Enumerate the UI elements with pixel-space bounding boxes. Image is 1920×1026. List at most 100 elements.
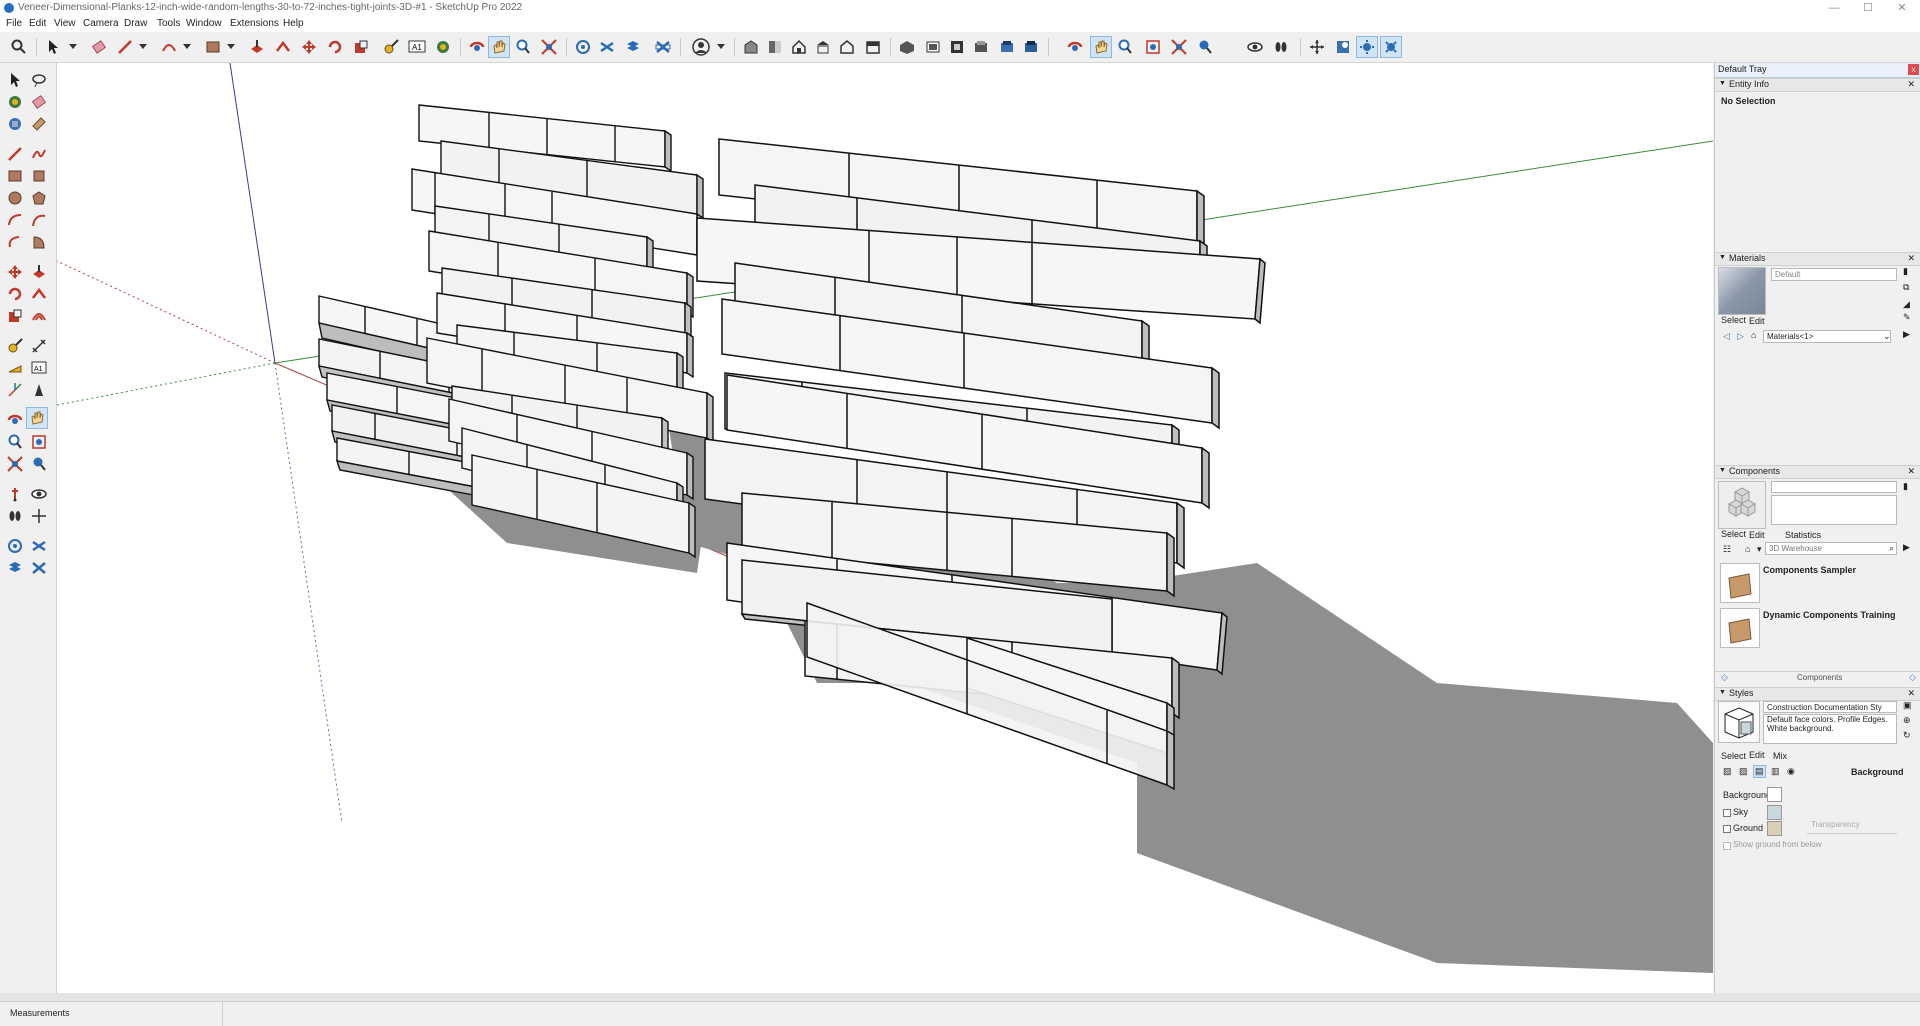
edge-settings-icon[interactable]: ▧: [1723, 766, 1732, 777]
watermark-settings-icon[interactable]: ▥: [1771, 766, 1780, 777]
chevron-down-icon[interactable]: [710, 36, 732, 58]
circle-tool-icon[interactable]: [4, 187, 26, 209]
style-name-field[interactable]: Construction Documentation Sty: [1763, 701, 1897, 713]
create-material-icon[interactable]: ⧉: [1903, 282, 1909, 293]
tag-icon[interactable]: [28, 113, 50, 135]
components-tab-statistics[interactable]: Statistics: [1785, 530, 1821, 540]
zoom-extents-icon[interactable]: [538, 36, 560, 58]
material-name-field[interactable]: Default: [1771, 268, 1897, 281]
zoom-icon[interactable]: [512, 36, 534, 58]
section-cut-icon[interactable]: [596, 36, 618, 58]
section-display-icon[interactable]: [652, 36, 674, 58]
home-icon[interactable]: ⌂: [1751, 330, 1756, 340]
zoom-icon[interactable]: [4, 431, 26, 453]
previous-view-icon[interactable]: [28, 453, 50, 475]
look-around-icon[interactable]: [1244, 36, 1266, 58]
dimension-tool-icon[interactable]: [28, 335, 50, 357]
zoom-window-icon[interactable]: [1142, 36, 1164, 58]
rectangle-tool-icon[interactable]: [4, 165, 26, 187]
materials-header[interactable]: ▼ Materials ✕: [1715, 252, 1920, 266]
details-arrow-icon[interactable]: ▶: [1903, 542, 1910, 553]
fog-icon[interactable]: [1380, 36, 1402, 58]
chevron-down-icon[interactable]: [176, 36, 198, 58]
search-icon[interactable]: [8, 36, 30, 58]
pan-hand-icon[interactable]: [26, 407, 48, 429]
ground-checkbox[interactable]: [1723, 825, 1731, 833]
follow-me-icon[interactable]: [272, 36, 294, 58]
three-point-arc-icon[interactable]: [4, 231, 26, 253]
pan-hand-icon[interactable]: [488, 36, 510, 58]
arc-tool-icon[interactable]: [4, 209, 26, 231]
section-fill-icon[interactable]: [4, 557, 26, 579]
menu-camera[interactable]: Camera: [83, 18, 119, 29]
xray-style-icon[interactable]: [896, 36, 918, 58]
create-style-icon[interactable]: ⊕: [1903, 715, 1911, 726]
expand-icon[interactable]: ◇: [1909, 672, 1916, 683]
search-icon[interactable]: ⌕: [1889, 543, 1894, 554]
menu-file[interactable]: File: [6, 18, 22, 29]
materials-tab-select[interactable]: Select: [1721, 315, 1746, 325]
minimize-button[interactable]: —: [1818, 0, 1850, 16]
details-arrow-icon[interactable]: ▶: [1903, 329, 1910, 340]
textured-style-icon[interactable]: [1020, 36, 1042, 58]
eyedropper-icon[interactable]: ✎: [1903, 312, 1911, 323]
select-tool-icon[interactable]: [42, 36, 64, 58]
component-item-name[interactable]: Dynamic Components Training: [1763, 610, 1896, 620]
shaded-style-icon[interactable]: [996, 36, 1018, 58]
paint-bucket-icon[interactable]: [432, 36, 454, 58]
menu-window[interactable]: Window: [186, 18, 222, 29]
menu-extensions[interactable]: Extensions: [230, 18, 279, 29]
refresh-icon[interactable]: ↻: [1903, 730, 1911, 741]
background-color-swatch[interactable]: [1767, 787, 1782, 802]
transparency-slider[interactable]: [1807, 833, 1897, 834]
protractor-icon[interactable]: [4, 357, 26, 379]
orbit-icon[interactable]: [4, 409, 26, 431]
collapse-icon[interactable]: ◇: [1721, 672, 1728, 683]
chevron-down-icon[interactable]: [220, 36, 242, 58]
top-view-icon[interactable]: [812, 36, 834, 58]
styles-tab-select[interactable]: Select: [1721, 751, 1746, 761]
home-icon[interactable]: ⌂: [1745, 544, 1750, 554]
tray-close-button[interactable]: x: [1908, 64, 1919, 75]
move-tool-icon[interactable]: [298, 36, 320, 58]
axes-tool-icon[interactable]: [4, 379, 26, 401]
move-tool-icon[interactable]: [4, 261, 26, 283]
push-pull-icon[interactable]: [28, 261, 50, 283]
sky-color-swatch[interactable]: [1767, 805, 1782, 820]
eraser-icon[interactable]: [28, 91, 50, 113]
orbit-icon[interactable]: [466, 36, 488, 58]
style-description-field[interactable]: Default face colors. Profile Edges. Whit…: [1763, 714, 1897, 744]
paint-bucket-icon[interactable]: [4, 91, 26, 113]
entity-info-header[interactable]: ▼ Entity Info ✕: [1715, 78, 1920, 92]
face-settings-icon[interactable]: ▨: [1739, 766, 1748, 777]
sky-checkbox[interactable]: [1723, 809, 1731, 817]
pan-hand-icon[interactable]: [1090, 36, 1112, 58]
chevron-down-icon[interactable]: [62, 36, 84, 58]
show-ground-below-checkbox[interactable]: [1723, 842, 1731, 850]
close-icon[interactable]: ✕: [1907, 688, 1915, 699]
offset-tool-icon[interactable]: [28, 305, 50, 327]
component-item-name[interactable]: Components Sampler: [1763, 565, 1856, 575]
position-camera-icon[interactable]: [1306, 36, 1328, 58]
maximize-button[interactable]: ☐: [1852, 0, 1884, 16]
pie-tool-icon[interactable]: [28, 231, 50, 253]
rotate-tool-icon[interactable]: [4, 283, 26, 305]
warehouse-search-input[interactable]: [1765, 542, 1897, 555]
component-item-thumbnail[interactable]: [1720, 608, 1760, 648]
chevron-down-icon[interactable]: [132, 36, 154, 58]
two-point-arc-icon[interactable]: [28, 209, 50, 231]
3d-model-scene[interactable]: [57, 63, 1713, 993]
eraser-icon[interactable]: [88, 36, 110, 58]
section-fill-icon[interactable]: [622, 36, 644, 58]
update-style-icon[interactable]: ▣: [1903, 700, 1912, 711]
iso-view-icon[interactable]: [788, 36, 810, 58]
component-icon[interactable]: [4, 113, 26, 135]
text-tool-icon[interactable]: A1: [406, 36, 428, 58]
extension-warehouse-icon[interactable]: [764, 36, 786, 58]
section-plane-icon[interactable]: [572, 36, 594, 58]
push-pull-icon[interactable]: [246, 36, 268, 58]
walk-icon[interactable]: [1270, 36, 1292, 58]
styles-tab-edit[interactable]: Edit: [1749, 750, 1765, 760]
modeling-settings-icon[interactable]: ◉: [1787, 766, 1795, 777]
forward-arrow-icon[interactable]: ▷: [1737, 331, 1744, 342]
